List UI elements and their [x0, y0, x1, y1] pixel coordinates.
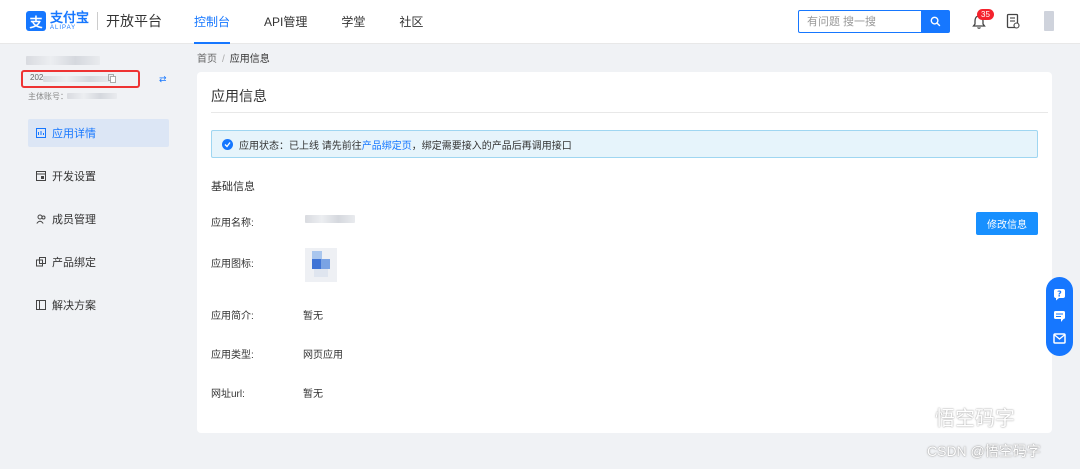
sidebar-item-product-binding[interactable]: 产品绑定	[28, 248, 169, 276]
nav-console[interactable]: 控制台	[194, 0, 231, 44]
account-id-highlight: 202	[21, 70, 140, 88]
search-icon	[930, 16, 940, 27]
search-box	[798, 10, 950, 33]
nav-academy[interactable]: 学堂	[341, 0, 365, 44]
search-input[interactable]	[799, 11, 921, 32]
sidebar-item-label: 成员管理	[52, 214, 96, 226]
sidebar-item-members[interactable]: 成员管理	[28, 205, 169, 233]
app-type-value: 网页应用	[303, 350, 343, 361]
app-icon-image	[305, 248, 337, 282]
subject-account-redacted	[67, 93, 117, 99]
breadcrumb-separator: /	[222, 54, 225, 65]
nav-api-management[interactable]: API管理	[264, 0, 307, 44]
members-icon	[36, 214, 46, 224]
copy-icon[interactable]	[108, 74, 116, 83]
watermark-name: 悟空码字	[935, 408, 1015, 430]
app-url-label: 网址url:	[211, 389, 245, 400]
app-intro-value: 暂无	[303, 311, 323, 322]
sidebar-menu: 应用详情 开发设置 成员管理 产品绑定 解决方案	[28, 119, 169, 334]
app-name-label: 应用名称:	[211, 218, 254, 229]
solutions-icon	[36, 300, 46, 310]
sidebar-item-label: 解决方案	[52, 300, 96, 312]
breadcrumb-current: 应用信息	[229, 54, 270, 65]
sidebar-item-app-details[interactable]: 应用详情	[28, 119, 169, 147]
breadcrumb-home[interactable]: 首页	[197, 54, 217, 65]
watermark-wechat: 悟空码字	[893, 402, 1015, 431]
switch-account-icon[interactable]: ⇄	[159, 74, 167, 85]
app-details-icon	[36, 128, 46, 138]
search-button[interactable]	[921, 11, 949, 32]
app-url-value: 暂无	[303, 389, 323, 400]
account-name-redacted	[26, 56, 100, 65]
page-title: 应用信息	[211, 88, 267, 104]
feedback-icon[interactable]	[1053, 332, 1067, 346]
account-id-prefix: 202	[30, 73, 44, 82]
svg-text:?: ?	[1057, 289, 1062, 298]
logo-divider	[97, 12, 99, 30]
alipay-logo-icon: 支	[26, 11, 46, 31]
status-alert: 应用状态：已上线 请先前往 产品绑定页 ，绑定需要接入的产品后再调用接口	[211, 130, 1038, 158]
help-icon[interactable]: ?	[1053, 287, 1067, 301]
edit-info-button[interactable]: 修改信息	[976, 212, 1038, 235]
app-name-redacted	[305, 215, 355, 223]
document-icon[interactable]	[1006, 13, 1020, 30]
title-divider	[211, 112, 1048, 113]
product-binding-link[interactable]: 产品绑定页	[362, 137, 412, 152]
alipay-logo[interactable]: 支 支付宝 ALIPAY 开放平台	[26, 11, 162, 31]
logo-en-text: ALIPAY	[50, 25, 77, 31]
basic-info-heading: 基础信息	[211, 181, 255, 193]
check-circle-icon	[222, 138, 233, 150]
alert-text-suffix: ，绑定需要接入的产品后再调用接口	[411, 140, 572, 152]
sidebar-item-label: 开发设置	[52, 171, 96, 183]
app-info-card: 应用信息 应用状态：已上线 请先前往 产品绑定页 ，绑定需要接入的产品后再调用接口 …	[197, 72, 1052, 433]
dev-settings-icon	[36, 171, 46, 181]
main-nav: 控制台 API管理 学堂 社区	[194, 0, 457, 44]
watermark-csdn: CSDN @悟空码字	[927, 443, 1041, 459]
floating-toolbar: ?	[1046, 277, 1073, 356]
sidebar-item-label: 产品绑定	[52, 257, 96, 269]
product-binding-icon	[36, 257, 46, 267]
top-navbar: 支 支付宝 ALIPAY 开放平台 控制台 API管理 学堂 社区 35	[0, 0, 1080, 44]
nav-community[interactable]: 社区	[399, 0, 423, 44]
subject-account-label: 主体账号：	[28, 92, 68, 101]
user-avatar[interactable]	[1044, 11, 1054, 31]
platform-name: 开放平台	[106, 13, 163, 29]
app-intro-label: 应用简介:	[211, 311, 254, 322]
notification-badge: 35	[977, 9, 994, 20]
sidebar-item-dev-settings[interactable]: 开发设置	[28, 162, 169, 190]
app-type-label: 应用类型:	[211, 350, 254, 361]
app-icon-label: 应用图标:	[211, 259, 254, 270]
account-id-redacted	[43, 76, 113, 82]
breadcrumb: 首页 / 应用信息	[197, 50, 270, 65]
sidebar-item-solutions[interactable]: 解决方案	[28, 291, 169, 319]
sidebar-item-label: 应用详情	[52, 128, 96, 140]
chat-icon[interactable]	[1053, 309, 1067, 323]
alert-text-prefix: 应用状态：已上线 请先前往	[239, 140, 362, 152]
wechat-icon	[894, 405, 927, 428]
sidebar: 202 ⇄ 主体账号： 应用详情 开发设置 成员管理 产品绑定 解决方案	[0, 44, 182, 469]
logo-cn-text: 支付宝	[50, 10, 90, 25]
